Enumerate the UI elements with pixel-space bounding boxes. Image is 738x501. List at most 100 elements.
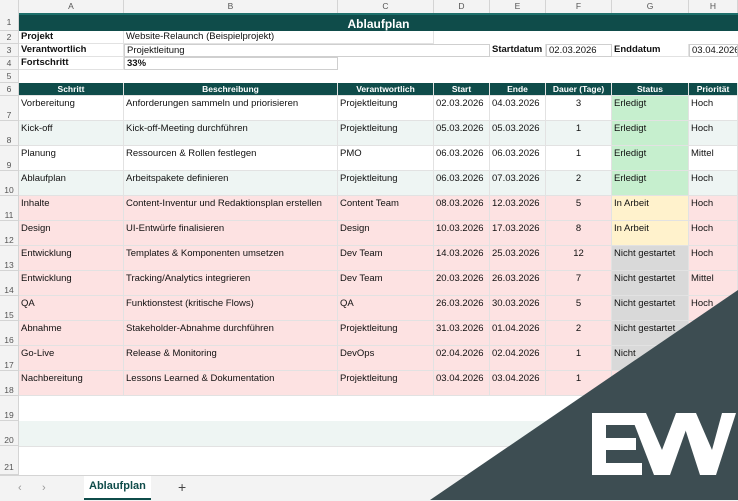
header-prioritaet[interactable]: Priorität	[689, 83, 738, 96]
sheet-title[interactable]: Ablaufplan	[19, 13, 738, 31]
header-status[interactable]: Status	[612, 83, 689, 96]
task-cell-beschreibung[interactable]: Tracking/Analytics integrieren	[124, 271, 338, 296]
task-cell-schritt[interactable]: Abnahme	[19, 321, 124, 346]
row-header-8[interactable]: 8	[0, 121, 19, 146]
task-cell-schritt[interactable]: Design	[19, 221, 124, 246]
row-header-20[interactable]: 20	[0, 421, 19, 446]
task-cell-beschreibung[interactable]: Kick-off-Meeting durchführen	[124, 121, 338, 146]
enddatum-value[interactable]: 03.04.2026	[689, 44, 738, 57]
task-cell-ende[interactable]: 04.03.2026	[490, 96, 546, 121]
task-cell-beschreibung[interactable]: Content-Inventur und Redaktionsplan erst…	[124, 196, 338, 221]
task-cell-beschreibung[interactable]: Stakeholder-Abnahme durchführen	[124, 321, 338, 346]
header-dauer[interactable]: Dauer (Tage)	[546, 83, 612, 96]
task-cell-prio[interactable]: Hoch	[689, 96, 738, 121]
row-header-13[interactable]: 13	[0, 246, 19, 271]
startdatum-label[interactable]: Startdatum	[490, 44, 546, 57]
row-header-4[interactable]: 4	[0, 57, 19, 70]
task-cell-prio[interactable]: Hoch	[689, 221, 738, 246]
enddatum-label[interactable]: Enddatum	[612, 44, 689, 57]
task-cell-schritt[interactable]: Planung	[19, 146, 124, 171]
row-header-3[interactable]: 3	[0, 44, 19, 57]
task-cell-schritt[interactable]: Nachbereitung	[19, 371, 124, 396]
task-cell-ende[interactable]: 06.03.2026	[490, 146, 546, 171]
task-cell-prio[interactable]: Hoch	[689, 121, 738, 146]
task-cell-schritt[interactable]: Entwicklung	[19, 271, 124, 296]
task-cell-beschreibung[interactable]: Anforderungen sammeln und priorisieren	[124, 96, 338, 121]
task-cell-status[interactable]: Erledigt	[612, 171, 689, 196]
row-header-14[interactable]: 14	[0, 271, 19, 296]
row-header-10[interactable]: 10	[0, 171, 19, 196]
task-cell-verantwortlich[interactable]: Projektleitung	[338, 96, 434, 121]
scroll-right-icon[interactable]: ›	[42, 482, 46, 494]
task-cell-verantwortlich[interactable]: QA	[338, 296, 434, 321]
task-cell-status[interactable]: Erledigt	[612, 146, 689, 171]
row-header-17[interactable]: 17	[0, 346, 19, 371]
task-cell-status[interactable]: Nicht gestartet	[612, 246, 689, 271]
task-cell-dauer[interactable]: 3	[546, 96, 612, 121]
col-header-a[interactable]: A	[19, 0, 124, 13]
task-cell-schritt[interactable]: Vorbereitung	[19, 96, 124, 121]
task-cell-start[interactable]: 06.03.2026	[434, 146, 490, 171]
task-cell-verantwortlich[interactable]: Projektleitung	[338, 121, 434, 146]
task-cell-beschreibung[interactable]: Lessons Learned & Dokumentation	[124, 371, 338, 396]
task-cell-prio[interactable]: Mittel	[689, 146, 738, 171]
col-header-c[interactable]: C	[338, 0, 434, 13]
task-cell-beschreibung[interactable]: Funktionstest (kritische Flows)	[124, 296, 338, 321]
task-cell-prio[interactable]: Hoch	[689, 171, 738, 196]
task-cell-verantwortlich[interactable]: Dev Team	[338, 271, 434, 296]
task-cell-dauer[interactable]: 1	[546, 146, 612, 171]
verantwortlich-label[interactable]: Verantwortlich	[19, 44, 124, 57]
task-cell-ende[interactable]: 12.03.2026	[490, 196, 546, 221]
task-cell-beschreibung[interactable]: UI-Entwürfe finalisieren	[124, 221, 338, 246]
task-cell-verantwortlich[interactable]: PMO	[338, 146, 434, 171]
row-header-21[interactable]: 21	[0, 446, 19, 475]
header-start[interactable]: Start	[434, 83, 490, 96]
task-cell-schritt[interactable]: Kick-off	[19, 121, 124, 146]
fortschritt-label[interactable]: Fortschritt	[19, 57, 124, 70]
task-cell-start[interactable]: 05.03.2026	[434, 121, 490, 146]
task-cell-dauer[interactable]: 5	[546, 196, 612, 221]
task-cell-beschreibung[interactable]: Arbeitspakete definieren	[124, 171, 338, 196]
task-cell-verantwortlich[interactable]: Content Team	[338, 196, 434, 221]
col-header-d[interactable]: D	[434, 0, 490, 13]
select-all-corner[interactable]	[0, 0, 19, 13]
task-cell-verantwortlich[interactable]: Projektleitung	[338, 321, 434, 346]
task-cell-ende[interactable]: 05.03.2026	[490, 121, 546, 146]
task-cell-dauer[interactable]: 8	[546, 221, 612, 246]
task-cell-start[interactable]: 02.03.2026	[434, 96, 490, 121]
fortschritt-value[interactable]: 33%	[124, 57, 338, 70]
task-cell-beschreibung[interactable]: Templates & Komponenten umsetzen	[124, 246, 338, 271]
header-schritt[interactable]: Schritt	[19, 83, 124, 96]
col-header-g[interactable]: G	[612, 0, 689, 13]
verantwortlich-value[interactable]: Projektleitung	[124, 44, 490, 57]
task-cell-ende[interactable]: 25.03.2026	[490, 246, 546, 271]
row-header-11[interactable]: 11	[0, 196, 19, 221]
task-cell-ende[interactable]: 17.03.2026	[490, 221, 546, 246]
task-cell-prio[interactable]: Hoch	[689, 246, 738, 271]
task-cell-start[interactable]: 06.03.2026	[434, 171, 490, 196]
add-sheet-icon[interactable]: +	[178, 479, 186, 495]
task-cell-ende[interactable]: 07.03.2026	[490, 171, 546, 196]
scroll-left-icon[interactable]: ‹	[18, 482, 22, 494]
row-header-15[interactable]: 15	[0, 296, 19, 321]
task-cell-verantwortlich[interactable]: Design	[338, 221, 434, 246]
projekt-label[interactable]: Projekt	[19, 31, 124, 44]
task-cell-start[interactable]: 10.03.2026	[434, 221, 490, 246]
task-cell-verantwortlich[interactable]: DevOps	[338, 346, 434, 371]
row-header-9[interactable]: 9	[0, 146, 19, 171]
row-header-12[interactable]: 12	[0, 221, 19, 246]
task-cell-verantwortlich[interactable]: Dev Team	[338, 246, 434, 271]
task-cell-beschreibung[interactable]: Ressourcen & Rollen festlegen	[124, 146, 338, 171]
task-cell-schritt[interactable]: Inhalte	[19, 196, 124, 221]
task-cell-schritt[interactable]: Ablaufplan	[19, 171, 124, 196]
task-cell-verantwortlich[interactable]: Projektleitung	[338, 371, 434, 396]
header-ende[interactable]: Ende	[490, 83, 546, 96]
task-cell-schritt[interactable]: Go-Live	[19, 346, 124, 371]
col-header-h[interactable]: H	[689, 0, 738, 13]
row-header-1[interactable]: 1	[0, 13, 19, 31]
task-cell-verantwortlich[interactable]: Projektleitung	[338, 171, 434, 196]
header-verantwortlich[interactable]: Verantwortlich	[338, 83, 434, 96]
task-cell-beschreibung[interactable]: Release & Monitoring	[124, 346, 338, 371]
row-header-7[interactable]: 7	[0, 96, 19, 121]
sheet-tab-ablaufplan[interactable]: Ablaufplan	[84, 476, 151, 500]
